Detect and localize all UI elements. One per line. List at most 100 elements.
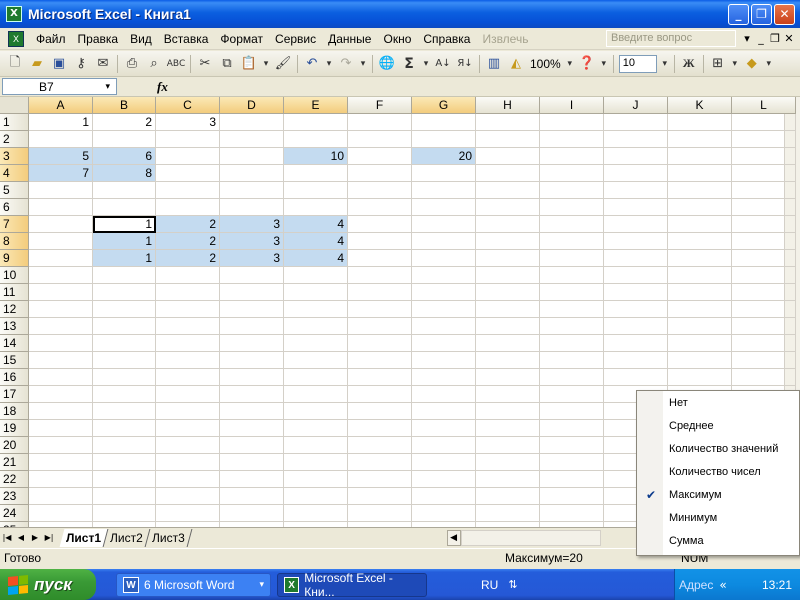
cell-f13[interactable] <box>348 318 412 335</box>
fill-color-icon[interactable]: ◆ <box>741 53 763 75</box>
cell-i23[interactable] <box>540 488 604 505</box>
cell-l15[interactable] <box>732 352 796 369</box>
cell-l8[interactable] <box>732 233 796 250</box>
cell-a3[interactable]: 5 <box>29 148 93 165</box>
ask-dropdown-icon[interactable]: ▾ <box>740 32 754 45</box>
cell-a2[interactable] <box>29 131 93 148</box>
help-icon[interactable]: ❓ <box>576 53 598 75</box>
cell-h2[interactable] <box>476 131 540 148</box>
cell-c18[interactable] <box>156 403 220 420</box>
cell-i16[interactable] <box>540 369 604 386</box>
cell-g8[interactable] <box>412 233 476 250</box>
cell-b7[interactable]: 1 <box>93 216 156 233</box>
row-header-12[interactable]: 12 <box>0 301 29 318</box>
cell-h16[interactable] <box>476 369 540 386</box>
cell-e3[interactable]: 10 <box>284 148 348 165</box>
cell-k14[interactable] <box>668 335 732 352</box>
cell-d15[interactable] <box>220 352 284 369</box>
cell-d3[interactable] <box>220 148 284 165</box>
column-header-e[interactable]: E <box>284 97 348 114</box>
cell-b22[interactable] <box>93 471 156 488</box>
cell-l6[interactable] <box>732 199 796 216</box>
cell-c20[interactable] <box>156 437 220 454</box>
font-size-box[interactable]: 10 <box>618 54 657 73</box>
cell-b21[interactable] <box>93 454 156 471</box>
cell-b19[interactable] <box>93 420 156 437</box>
cell-a22[interactable] <box>29 471 93 488</box>
last-sheet-icon[interactable]: ▶| <box>42 530 56 546</box>
autosum-icon[interactable]: Σ <box>398 53 420 75</box>
cell-d8[interactable]: 3 <box>220 233 284 250</box>
menu-tools[interactable]: Сервис <box>269 32 322 46</box>
taskbar-item-excel[interactable]: X Microsoft Excel - Кни... <box>277 571 427 599</box>
cell-f7[interactable] <box>348 216 412 233</box>
cell-i18[interactable] <box>540 403 604 420</box>
column-header-i[interactable]: I <box>540 97 604 114</box>
paste-dropdown-icon[interactable]: ▾ <box>260 53 272 75</box>
doc-close-button[interactable]: ✕ <box>782 32 796 45</box>
cell-k9[interactable] <box>668 250 732 267</box>
copy-icon[interactable]: ⧉ <box>216 53 238 75</box>
cell-i3[interactable] <box>540 148 604 165</box>
cell-b14[interactable] <box>93 335 156 352</box>
cell-i5[interactable] <box>540 182 604 199</box>
cell-i13[interactable] <box>540 318 604 335</box>
menu-edit[interactable]: Правка <box>72 32 125 46</box>
cell-g5[interactable] <box>412 182 476 199</box>
cell-i4[interactable] <box>540 165 604 182</box>
cell-g20[interactable] <box>412 437 476 454</box>
cell-b3[interactable]: 6 <box>93 148 156 165</box>
cell-c9[interactable]: 2 <box>156 250 220 267</box>
cell-f5[interactable] <box>348 182 412 199</box>
cell-k13[interactable] <box>668 318 732 335</box>
cell-i19[interactable] <box>540 420 604 437</box>
cell-l13[interactable] <box>732 318 796 335</box>
autosum-dropdown-icon[interactable]: ▾ <box>420 53 432 75</box>
context-menu-item[interactable]: ✔ Максимум <box>637 484 799 507</box>
cell-c19[interactable] <box>156 420 220 437</box>
cell-h3[interactable] <box>476 148 540 165</box>
first-sheet-icon[interactable]: |◀ <box>0 530 14 546</box>
cell-a13[interactable] <box>29 318 93 335</box>
cell-e1[interactable] <box>284 114 348 131</box>
cell-e9[interactable]: 4 <box>284 250 348 267</box>
cell-i20[interactable] <box>540 437 604 454</box>
row-header-23[interactable]: 23 <box>0 488 29 505</box>
row-header-9[interactable]: 9 <box>0 250 29 267</box>
cell-f11[interactable] <box>348 284 412 301</box>
cell-b13[interactable] <box>93 318 156 335</box>
cell-b9[interactable]: 1 <box>93 250 156 267</box>
cell-f20[interactable] <box>348 437 412 454</box>
cell-g14[interactable] <box>412 335 476 352</box>
cell-a21[interactable] <box>29 454 93 471</box>
cell-j7[interactable] <box>604 216 668 233</box>
cell-a6[interactable] <box>29 199 93 216</box>
context-menu-item[interactable]: Среднее <box>637 415 799 438</box>
cell-a18[interactable] <box>29 403 93 420</box>
column-header-d[interactable]: D <box>220 97 284 114</box>
cell-d16[interactable] <box>220 369 284 386</box>
cell-k10[interactable] <box>668 267 732 284</box>
row-header-19[interactable]: 19 <box>0 420 29 437</box>
cell-e2[interactable] <box>284 131 348 148</box>
cell-g6[interactable] <box>412 199 476 216</box>
cell-f24[interactable] <box>348 505 412 522</box>
cell-c6[interactable] <box>156 199 220 216</box>
row-header-10[interactable]: 10 <box>0 267 29 284</box>
cell-i17[interactable] <box>540 386 604 403</box>
cell-h1[interactable] <box>476 114 540 131</box>
permission-icon[interactable]: ⚷ <box>70 53 92 75</box>
row-header-16[interactable]: 16 <box>0 369 29 386</box>
cell-j2[interactable] <box>604 131 668 148</box>
column-header-c[interactable]: C <box>156 97 220 114</box>
cell-f21[interactable] <box>348 454 412 471</box>
fill-color-dropdown-icon[interactable]: ▾ <box>763 53 775 75</box>
cell-f17[interactable] <box>348 386 412 403</box>
drawing-icon[interactable]: ◭ <box>505 53 527 75</box>
cell-i11[interactable] <box>540 284 604 301</box>
cell-e16[interactable] <box>284 369 348 386</box>
cell-c1[interactable]: 3 <box>156 114 220 131</box>
cell-g15[interactable] <box>412 352 476 369</box>
cell-d4[interactable] <box>220 165 284 182</box>
cell-e19[interactable] <box>284 420 348 437</box>
